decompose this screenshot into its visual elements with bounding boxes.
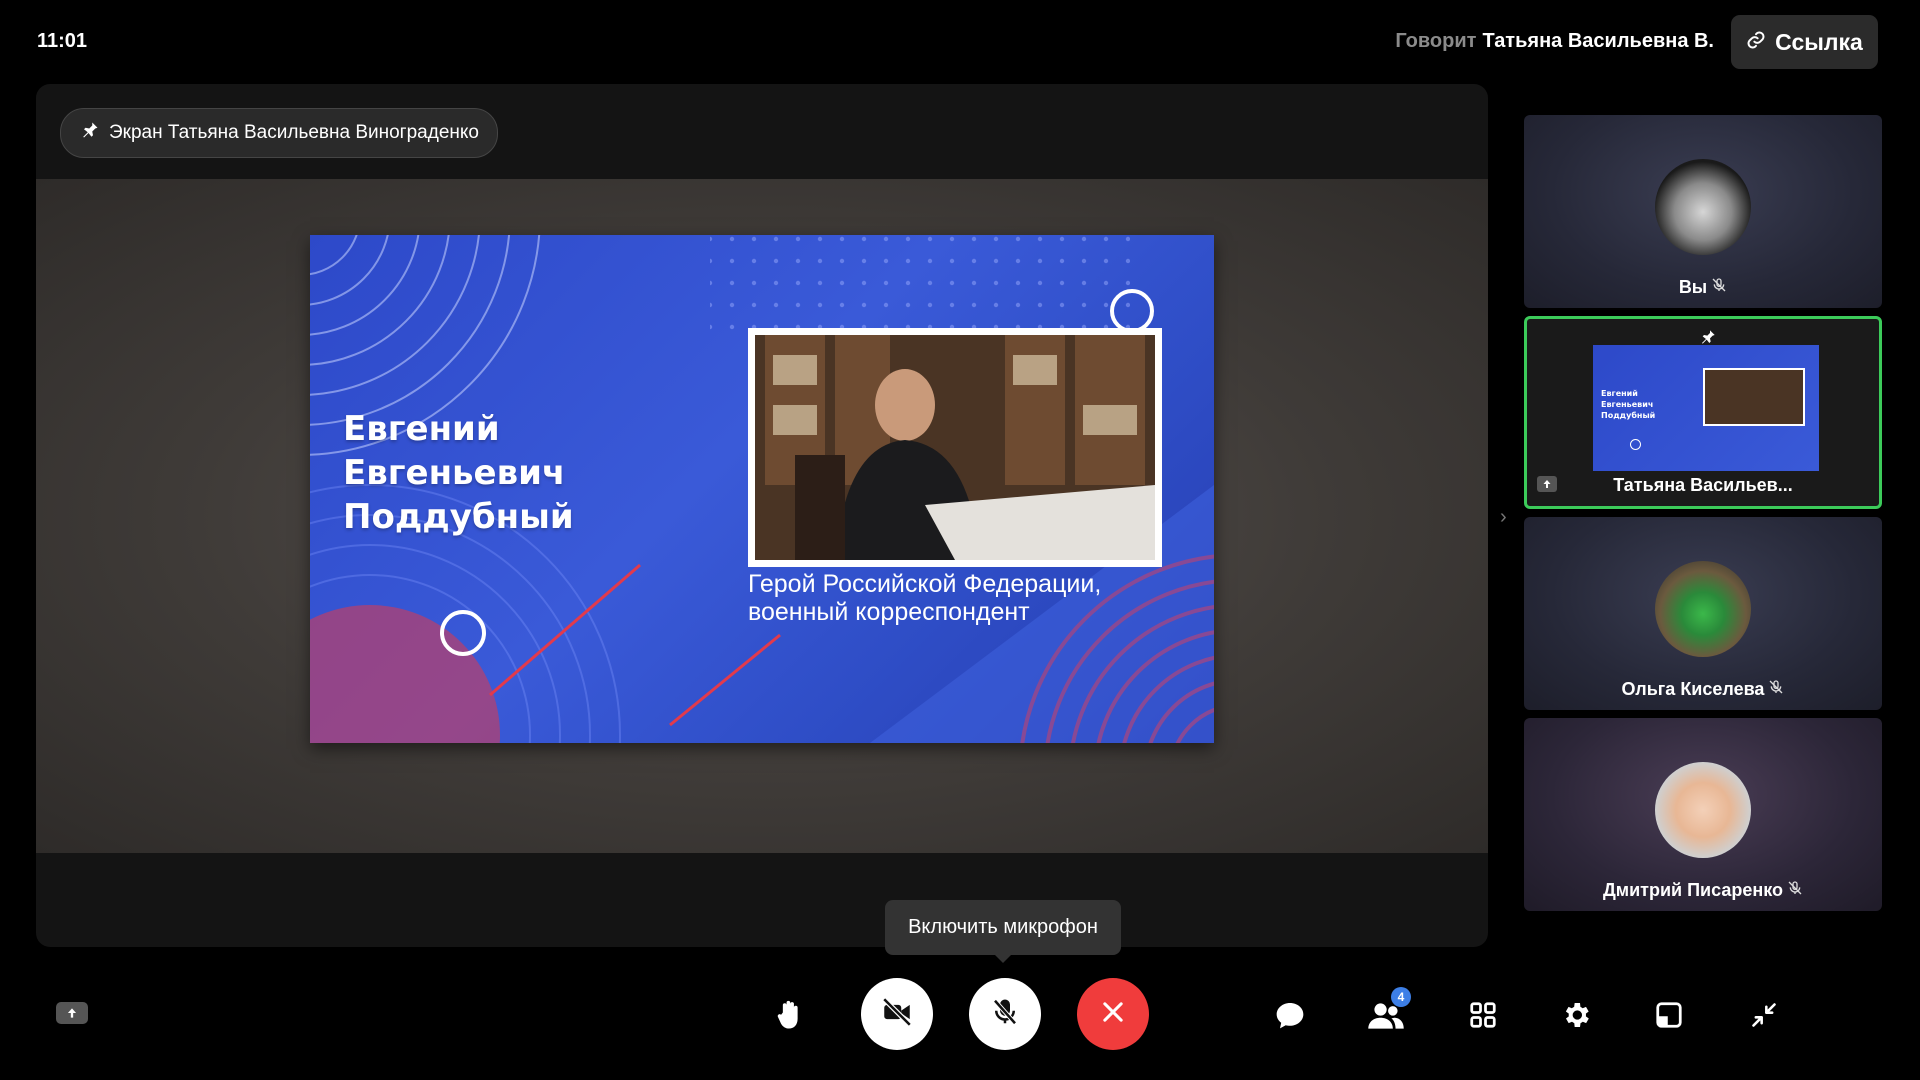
exit-fullscreen-icon[interactable] [1744, 995, 1784, 1035]
screen-share-thumbnail: Евгений Евгеньевич Поддубный [1593, 345, 1819, 471]
avatar [1655, 561, 1751, 657]
speaking-label: Говорит [1395, 30, 1477, 52]
microphone-toggle-button[interactable] [969, 978, 1041, 1050]
avatar [1655, 159, 1751, 255]
chat-icon[interactable] [1270, 995, 1310, 1035]
camera-off-icon [880, 995, 914, 1034]
participant-tile[interactable]: Вы [1524, 115, 1882, 308]
link-button-label: Ссылка [1775, 28, 1863, 55]
mic-tooltip: Включить микрофон [885, 900, 1121, 963]
clock: 11:01 [37, 30, 88, 52]
close-icon [1099, 998, 1127, 1031]
participant-tile-pinned[interactable]: Евгений Евгеньевич Поддубный Татьяна Вас… [1524, 316, 1882, 509]
participants-icon[interactable]: 4 [1366, 987, 1411, 1035]
mic-off-icon [990, 997, 1020, 1032]
speaker-name: Татьяна Васильевна В. [1482, 30, 1714, 52]
share-screen-toggle-icon[interactable] [56, 1002, 88, 1024]
participant-name: Вы [1678, 277, 1708, 297]
pinned-screen-label: Экран Татьяна Васильевна Винограденко [109, 122, 479, 143]
end-call-button[interactable] [1077, 978, 1149, 1050]
participants-count-badge: 4 [1391, 987, 1411, 1007]
slide-caption: Герой Российской Федерации, военный корр… [748, 570, 1102, 626]
copy-link-button[interactable]: Ссылка [1731, 15, 1878, 69]
participant-tile[interactable]: Ольга Киселева [1524, 517, 1882, 710]
active-speaker-indicator: Говорит Татьяна Васильевна В. [1395, 30, 1714, 53]
link-icon [1746, 29, 1766, 56]
participant-name: Дмитрий Писаренко [1602, 880, 1784, 900]
presentation-slide: Евгений Евгеньевич Поддубный Герой Росси… [310, 235, 1214, 743]
grid-view-icon[interactable] [1463, 995, 1503, 1035]
slide-person-name: Евгений Евгеньевич Поддубный [343, 409, 574, 537]
avatar [1655, 762, 1751, 858]
pinned-screen-chip[interactable]: Экран Татьяна Васильевна Винограденко [60, 108, 498, 158]
mic-muted-icon [1787, 880, 1803, 901]
chevron-right-icon[interactable]: › [1500, 506, 1507, 529]
mic-muted-icon [1768, 679, 1784, 700]
main-stage: Экран Татьяна Васильевна Винограденко Ев… [36, 84, 1488, 947]
slide-photo [748, 328, 1162, 567]
participant-tile[interactable]: Дмитрий Писаренко [1524, 718, 1882, 911]
raise-hand-icon[interactable] [769, 995, 809, 1035]
participant-name: Ольга Киселева [1621, 679, 1765, 699]
participant-name: Татьяна Васильев... [1613, 475, 1793, 495]
camera-toggle-button[interactable] [861, 978, 933, 1050]
pin-icon [81, 121, 99, 145]
gear-icon[interactable] [1556, 995, 1596, 1035]
layout-icon[interactable] [1649, 995, 1689, 1035]
screen-share-view: Евгений Евгеньевич Поддубный Герой Росси… [36, 179, 1488, 853]
mic-muted-icon [1711, 277, 1727, 298]
